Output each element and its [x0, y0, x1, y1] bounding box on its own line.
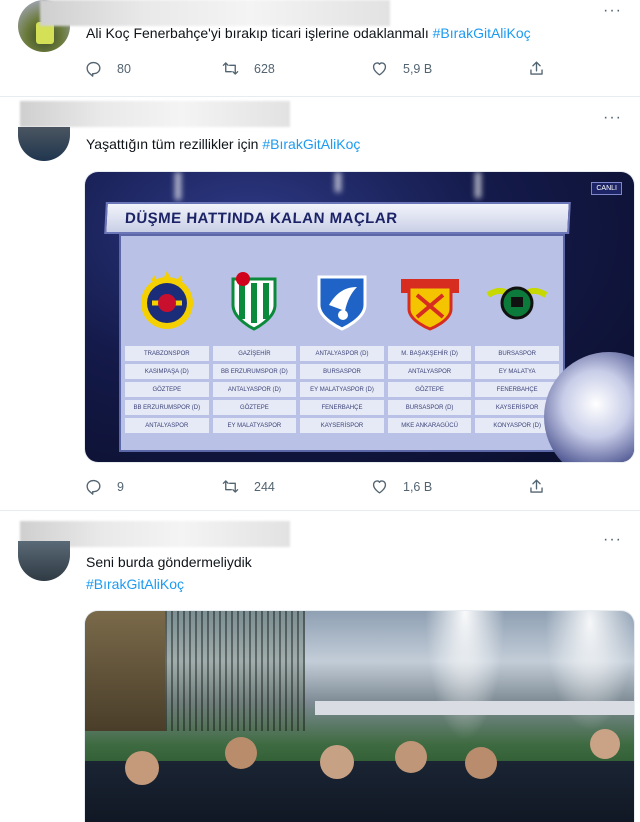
- team-column: GAZİŞEHİR BB ERZURUMSPOR (D) ANTALYASPOR…: [212, 240, 297, 446]
- retweet-button[interactable]: 244: [221, 477, 275, 496]
- retweet-icon: [222, 62, 239, 75]
- tweet-text: Seni burda göndermeliydik #BırakGitAliKo…: [86, 551, 252, 595]
- erzurumspor-crest-icon: [300, 257, 384, 343]
- match-row: GÖZTEPE: [212, 400, 297, 415]
- hashtag-link[interactable]: #BırakGitAliKoç: [433, 25, 531, 41]
- retweet-icon: [222, 480, 239, 493]
- reply-button[interactable]: 9: [84, 477, 124, 496]
- match-row: EY MALATYASPOR (D): [300, 382, 384, 397]
- match-row: FENERBAHÇE: [475, 382, 559, 397]
- match-row: EY MALATYASPOR: [212, 418, 297, 433]
- training-ground-photo: [85, 611, 634, 822]
- author-name-blurred: [20, 101, 290, 127]
- bursaspor-crest-icon: [213, 257, 297, 343]
- heart-icon: [372, 62, 387, 76]
- tweet-1[interactable]: ··· Ali Koç Fenerbahçe'yi bırakıp ticari…: [0, 0, 640, 96]
- tv-graphic: CANLI DÜŞME HATTINDA KALAN MAÇLAR TRABZO…: [85, 172, 634, 462]
- reply-icon: [86, 61, 101, 77]
- match-row: KASIMPAŞA (D): [125, 364, 209, 379]
- more-icon[interactable]: ···: [603, 2, 622, 20]
- more-icon[interactable]: ···: [603, 109, 622, 127]
- more-icon[interactable]: ···: [603, 531, 622, 549]
- avatar[interactable]: [18, 127, 70, 161]
- match-row: GÖZTEPE: [387, 382, 472, 397]
- tweet-actions: 80 628 5,9 B: [84, 59, 554, 81]
- match-row: ANTALYASPOR: [387, 364, 472, 379]
- match-row: GAZİŞEHİR: [212, 346, 297, 361]
- hashtag-link[interactable]: #BırakGitAliKoç: [262, 136, 360, 152]
- tweet-image[interactable]: [84, 610, 635, 822]
- tweet-text: Ali Koç Fenerbahçe'yi bırakıp ticari işl…: [86, 25, 531, 41]
- tweet-text: Yaşattığın tüm rezillikler için #BırakGi…: [86, 136, 361, 152]
- goztepe-crest-icon: [388, 257, 472, 343]
- reply-icon: [86, 479, 101, 495]
- match-row: TRABZONSPOR: [125, 346, 209, 361]
- like-button[interactable]: 5,9 B: [370, 59, 432, 78]
- tweet-image[interactable]: CANLI DÜŞME HATTINDA KALAN MAÇLAR TRABZO…: [84, 171, 635, 463]
- match-row: BURSASPOR: [475, 346, 559, 361]
- match-row: MKE ANKARAGÜCÜ: [387, 418, 472, 433]
- share-icon: [530, 479, 543, 493]
- tweet-2[interactable]: ··· Yaşattığın tüm rezillikler için #Bır…: [0, 97, 640, 509]
- match-row: BB ERZURUMSPOR (D): [212, 364, 297, 379]
- match-row: GÖZTEPE: [125, 382, 209, 397]
- fixtures-board: TRABZONSPOR KASIMPAŞA (D) GÖZTEPE BB ERZ…: [119, 234, 565, 452]
- light-flare: [175, 172, 181, 200]
- akhisarspor-crest-icon: [475, 257, 559, 343]
- graphic-banner: DÜŞME HATTINDA KALAN MAÇLAR: [104, 202, 571, 234]
- match-row: ANTALYASPOR (D): [212, 382, 297, 397]
- match-row: BURSASPOR (D): [387, 400, 472, 415]
- share-button[interactable]: [527, 477, 546, 496]
- match-row: ANTALYASPOR: [125, 418, 209, 433]
- share-icon: [530, 61, 543, 75]
- avatar[interactable]: [18, 541, 70, 581]
- match-row: EY MALATYA: [475, 364, 559, 379]
- reply-button[interactable]: 80: [84, 59, 131, 78]
- match-row: FENERBAHÇE: [300, 400, 384, 415]
- heart-icon: [372, 480, 387, 494]
- fenerbahce-crest-icon: [125, 257, 209, 343]
- light-flare: [335, 172, 341, 192]
- like-button[interactable]: 1,6 B: [370, 477, 432, 496]
- match-row: KAYSERİSPOR: [300, 418, 384, 433]
- match-row: M. BAŞAKŞEHİR (D): [387, 346, 472, 361]
- match-row: ANTALYASPOR (D): [300, 346, 384, 361]
- share-button[interactable]: [527, 59, 546, 78]
- team-column: TRABZONSPOR KASIMPAŞA (D) GÖZTEPE BB ERZ…: [125, 240, 209, 446]
- team-column: ANTALYASPOR (D) BURSASPOR EY MALATYASPOR…: [300, 240, 384, 446]
- match-row: BURSASPOR: [300, 364, 384, 379]
- tweet-3[interactable]: ··· Seni burda göndermeliydik #BırakGitA…: [0, 511, 640, 822]
- team-column: M. BAŞAKŞEHİR (D) ANTALYASPOR GÖZTEPE BU…: [387, 240, 472, 446]
- hashtag-link[interactable]: #BırakGitAliKoç: [86, 573, 252, 595]
- light-flare: [475, 172, 481, 198]
- retweet-button[interactable]: 628: [221, 59, 275, 78]
- match-row: BB ERZURUMSPOR (D): [125, 400, 209, 415]
- tweet-actions: 9 244 1,6 B: [84, 477, 554, 499]
- live-badge: CANLI: [591, 182, 622, 195]
